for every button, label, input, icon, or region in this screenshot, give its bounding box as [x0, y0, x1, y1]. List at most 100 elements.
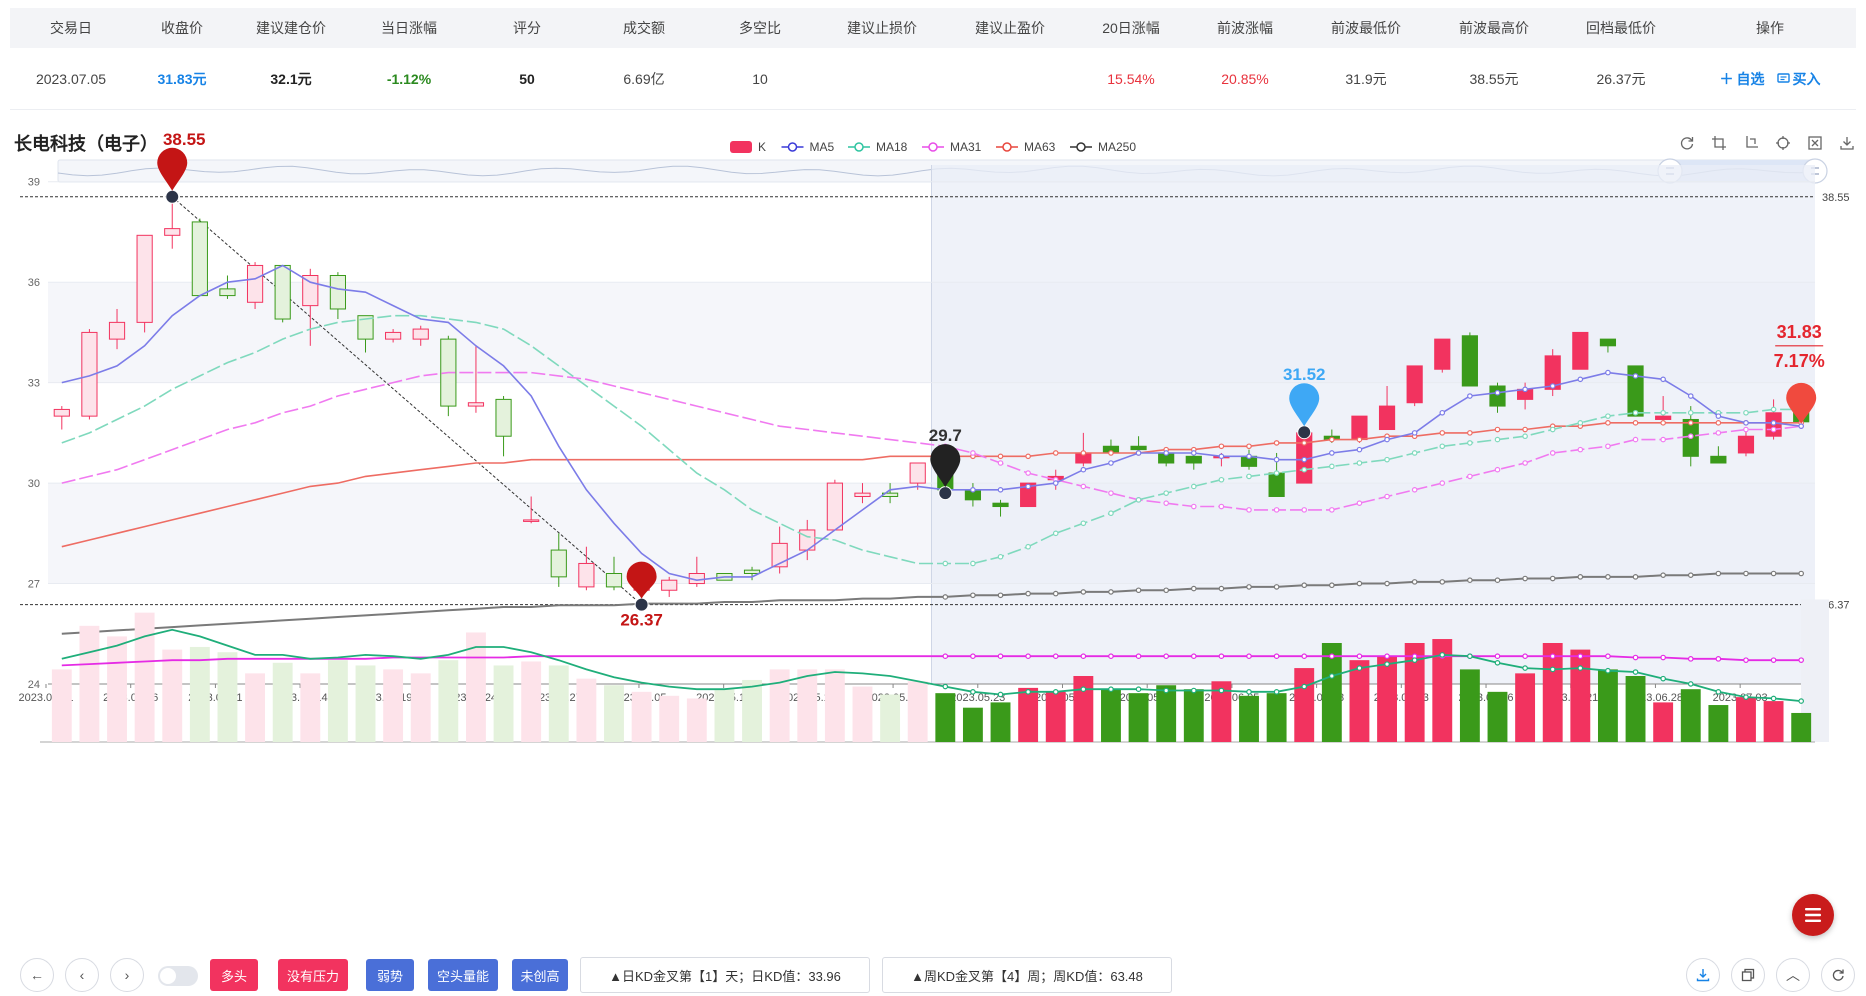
mode-toggle[interactable]: [158, 966, 198, 986]
ma5-line-point: [1080, 466, 1087, 473]
ma63-line-point: [1246, 443, 1252, 450]
volume-ma-fast-line-point: [1025, 689, 1031, 695]
kline-chart[interactable]: K MA5 MA18 MA31 MA63 MA250 24 27 30 33 36 39 38.55 26…: [0, 125, 1866, 905]
volume-ma-fast-line-point: [1660, 675, 1666, 682]
marker-label: 26.37: [620, 611, 663, 630]
volume-ma-slow-line-point: [1549, 653, 1556, 660]
volume-ma-slow-line-point: [1687, 656, 1694, 662]
candle-body: [53, 408, 70, 417]
ma250-line-point: [1522, 575, 1528, 582]
volume-bar: [604, 685, 624, 742]
ma250-line-point: [1605, 574, 1611, 580]
header-entry-price: 建议建仓价: [256, 20, 326, 36]
menu-icon: [1805, 908, 1821, 922]
close-price: 31.83元: [157, 70, 207, 87]
ma63-line-point: [1660, 420, 1666, 426]
volume-ma-fast-line-point: [1522, 665, 1528, 671]
candle-body: [1461, 335, 1478, 387]
volume-bar: [1266, 693, 1287, 742]
copy-button[interactable]: [1731, 958, 1765, 992]
ma31-line-point: [1080, 483, 1087, 490]
volume-bar: [935, 693, 956, 742]
volume-bar: [1680, 689, 1701, 742]
add-watchlist-button[interactable]: ＋ 自选: [1720, 69, 1765, 89]
header-score: 评分: [513, 20, 541, 36]
score: 50: [519, 70, 535, 87]
tag-bear-volume: 空头量能: [428, 959, 498, 991]
volume-ma-fast-line-point: [1605, 667, 1611, 674]
ma250-line-point: [1108, 589, 1114, 595]
ma5-line-point: [1467, 393, 1473, 399]
candle: [1572, 331, 1589, 370]
volume-ma-slow-line-point: [1743, 657, 1749, 663]
volume-bar: [1045, 691, 1066, 742]
legend-dot: [1002, 142, 1012, 152]
volume-bar: [1101, 689, 1121, 742]
volume-ma-fast-line-point: [1301, 683, 1308, 690]
summary-header-row: 交易日 收盘价 建议建仓价 当日涨幅 评分 成交额 多空比 建议止损价 建议止盈…: [10, 8, 1856, 48]
volume-ma-fast-line-point: [1190, 687, 1197, 694]
volume-bar: [742, 679, 762, 742]
candle-body: [136, 234, 153, 323]
ma250-line-point: [1135, 587, 1142, 594]
cart-icon: [1776, 72, 1790, 83]
volume-bar: [1487, 691, 1508, 742]
ma250-line-point: [1246, 584, 1252, 590]
ma31-line-point: [1467, 473, 1473, 480]
day-change: -1.12%: [386, 70, 432, 87]
volume-bar: [438, 660, 459, 742]
ma250-line-point: [1715, 570, 1722, 577]
header-long-short-ratio: 多空比: [739, 20, 781, 36]
volume-bar: [1653, 702, 1674, 742]
volume-bar: [272, 662, 293, 742]
legend-label: MA63: [1024, 140, 1056, 154]
tag-weak: 弱势: [366, 959, 414, 991]
volume-ma-slow-line-point: [1384, 653, 1390, 660]
ma31-line-point: [1108, 490, 1114, 496]
ma18-line-point: [1743, 409, 1749, 416]
volume-ma-slow-line-point: [1163, 653, 1169, 660]
legend-label: MA18: [876, 140, 908, 154]
header-change-20d: 20日涨幅: [1102, 20, 1160, 36]
volume-ma-fast-line-point: [1218, 687, 1225, 694]
tag-bullish: 多头: [210, 959, 258, 991]
ma31-line-point: [1522, 460, 1528, 466]
volume-bar: [300, 673, 321, 742]
ma5-line-point: [1660, 376, 1666, 383]
candle: [1461, 332, 1478, 387]
download-button[interactable]: [1686, 958, 1720, 992]
ma63-line-point: [1080, 450, 1087, 456]
volume-ma-slow-line-point: [1052, 653, 1059, 660]
reload-button[interactable]: [1821, 958, 1855, 992]
candle-body: [108, 321, 126, 340]
candle-body: [578, 562, 595, 588]
back-button[interactable]: ←: [20, 958, 54, 992]
header-pullback-low: 回档最低价: [1586, 20, 1656, 36]
ma63-line-point: [1052, 450, 1059, 456]
header-prev-wave-change: 前波涨幅: [1217, 20, 1273, 36]
candle-body: [909, 462, 926, 484]
volume-ma-slow-line-point: [970, 653, 976, 660]
ma31-line-point: [1549, 450, 1556, 456]
volume-ma-slow-line-point: [1135, 653, 1142, 660]
volume-ma-fast-line-point: [1687, 681, 1694, 687]
ma63-line-point: [1632, 420, 1639, 426]
ma250-line-point: [1356, 580, 1363, 587]
scroll-top-button[interactable]: ︿: [1776, 958, 1810, 992]
marker-pin: [626, 561, 657, 599]
volume-ma-fast-line-point: [1163, 687, 1169, 694]
menu-fab-button[interactable]: [1792, 894, 1834, 936]
volume-bar: [51, 669, 72, 742]
buy-button[interactable]: 买入: [1776, 69, 1821, 89]
ma31-line-point: [1356, 500, 1363, 506]
ma18-line-point: [1605, 413, 1611, 419]
volume-bar: [1625, 676, 1646, 742]
volume-ma-slow-line-point: [1025, 653, 1031, 660]
prev-button[interactable]: ‹: [65, 958, 99, 992]
volume-ma-slow-line-point: [1522, 653, 1528, 660]
ma18-line-point: [1080, 520, 1087, 527]
ma250-line-point: [1439, 579, 1446, 585]
next-button[interactable]: ›: [110, 958, 144, 992]
volume-bar: [1018, 687, 1039, 742]
candle: [136, 234, 153, 333]
